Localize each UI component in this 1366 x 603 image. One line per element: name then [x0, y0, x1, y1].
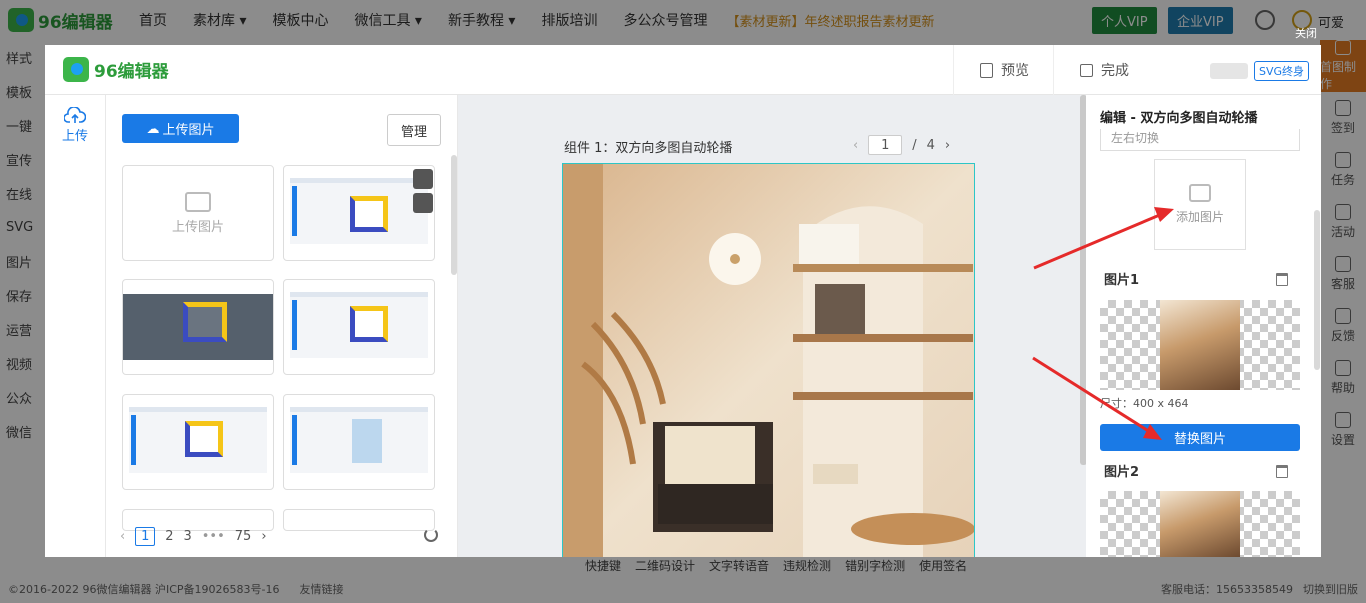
arrow-head — [1154, 207, 1174, 222]
arrow-to-replace-image — [1032, 356, 1151, 434]
arrow-to-add-image — [1033, 212, 1163, 270]
arrow-head — [1143, 424, 1162, 440]
annotation-arrows — [1032, 207, 1174, 440]
